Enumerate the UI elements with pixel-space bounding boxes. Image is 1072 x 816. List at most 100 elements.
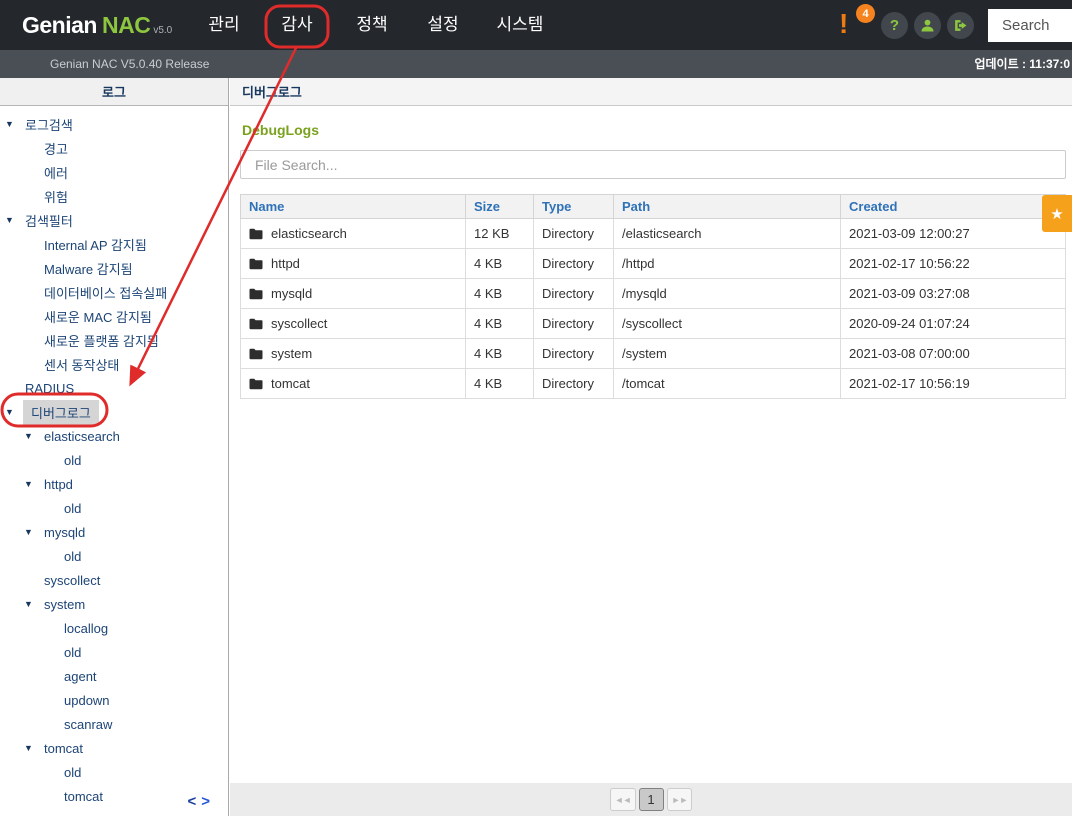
table-row[interactable]: httpd4 KBDirectory/httpd2021-02-17 10:56…: [241, 249, 1066, 279]
nav-item-audit[interactable]: 감사: [269, 0, 325, 50]
column-header-type[interactable]: Type: [534, 195, 614, 219]
collapse-left-icon[interactable]: <: [187, 793, 196, 810]
table-row[interactable]: elasticsearch12 KBDirectory/elasticsearc…: [241, 219, 1066, 249]
tree-item[interactable]: locallog: [0, 616, 228, 640]
tree-item[interactable]: updown: [0, 688, 228, 712]
tree-item[interactable]: 데이터베이스 접속실패: [0, 280, 228, 304]
tree-item[interactable]: old: [0, 760, 228, 784]
tree-item[interactable]: old: [0, 448, 228, 472]
cell-name: httpd: [241, 249, 466, 279]
caret-down-icon[interactable]: ▼: [5, 215, 23, 225]
tree-item[interactable]: ▼mysqld: [0, 520, 228, 544]
cell-created: 2021-03-09 03:27:08: [841, 279, 1066, 309]
pagination-prev-button[interactable]: ◄◄: [610, 788, 636, 811]
tree-item[interactable]: ▼httpd: [0, 472, 228, 496]
brand-logo[interactable]: GenianNACv5.0: [22, 0, 172, 50]
nav-item-preferences[interactable]: 설정: [415, 0, 471, 50]
tree-item[interactable]: ▼디버그로그: [0, 400, 228, 424]
pagination-current-page[interactable]: 1: [639, 788, 664, 811]
column-header-size[interactable]: Size: [466, 195, 534, 219]
caret-down-icon[interactable]: ▼: [24, 431, 42, 441]
nav-item-system[interactable]: 시스템: [487, 0, 553, 50]
tree-item[interactable]: old: [0, 640, 228, 664]
tree-item-label: Malware 감지됨: [42, 257, 135, 280]
tree-item[interactable]: agent: [0, 664, 228, 688]
tree-item[interactable]: old: [0, 496, 228, 520]
tree-item-label: syscollect: [42, 571, 102, 590]
main-panel: 디버그로그 DebugLogs NameSizeTypePathCreated …: [230, 78, 1072, 816]
tree-item-label: agent: [62, 667, 99, 686]
cell-path: /system: [614, 339, 841, 369]
tree-item[interactable]: ▼elasticsearch: [0, 424, 228, 448]
pagination-next-button[interactable]: ►►: [667, 788, 693, 811]
logout-button[interactable]: [947, 12, 974, 39]
release-bar: Genian NAC V5.0.40 Release 업데이트 : 11:37:…: [0, 50, 1072, 78]
cell-type: Directory: [534, 249, 614, 279]
tree-item[interactable]: ▼tomcat: [0, 736, 228, 760]
caret-down-icon[interactable]: ▼: [24, 599, 42, 609]
tree-item[interactable]: Internal AP 감지됨: [0, 232, 228, 256]
caret-down-icon[interactable]: ▼: [24, 743, 42, 753]
table-row[interactable]: mysqld4 KBDirectory/mysqld2021-03-09 03:…: [241, 279, 1066, 309]
star-icon: ★: [1050, 205, 1063, 223]
cell-created: 2021-02-17 10:56:19: [841, 369, 1066, 399]
tree-item[interactable]: 새로운 플랫폼 감지됨: [0, 328, 228, 352]
tree-item-label: Internal AP 감지됨: [42, 233, 149, 256]
cell-created: 2020-09-24 01:07:24: [841, 309, 1066, 339]
favorite-star-badge[interactable]: ★: [1042, 195, 1072, 232]
tree-item[interactable]: 에러: [0, 160, 228, 184]
file-name: tomcat: [271, 376, 310, 391]
tree-item[interactable]: scanraw: [0, 712, 228, 736]
nav-item-policy[interactable]: 정책: [344, 0, 400, 50]
table-row[interactable]: system4 KBDirectory/system2021-03-08 07:…: [241, 339, 1066, 369]
update-time-label: 업데이트 : 11:37:0: [974, 50, 1070, 78]
tree-item-label: tomcat: [62, 787, 105, 806]
caret-down-icon[interactable]: ▼: [24, 479, 42, 489]
tree-item[interactable]: 새로운 MAC 감지됨: [0, 304, 228, 328]
global-search-input[interactable]: [988, 9, 1072, 42]
tree-item[interactable]: ▼로그검색: [0, 112, 228, 136]
breadcrumb: 디버그로그: [230, 78, 1072, 106]
help-icon: ?: [890, 17, 899, 34]
tree-item-label: RADIUS: [23, 379, 76, 398]
tree-item[interactable]: Malware 감지됨: [0, 256, 228, 280]
cell-name: system: [241, 339, 466, 369]
column-header-path[interactable]: Path: [614, 195, 841, 219]
tree-item-label: updown: [62, 691, 112, 710]
tree-item-label: scanraw: [62, 715, 114, 734]
file-name: mysqld: [271, 286, 312, 301]
tree-item[interactable]: syscollect: [0, 568, 228, 592]
tree-item[interactable]: old: [0, 544, 228, 568]
file-search-input[interactable]: [240, 150, 1066, 179]
sidebar-title: 로그: [0, 78, 228, 106]
tree-item[interactable]: RADIUS: [0, 376, 228, 400]
navbar-right: ! 4 ?: [835, 0, 1072, 50]
brand-logo-part2: NAC: [102, 12, 150, 38]
table-row[interactable]: tomcat4 KBDirectory/tomcat2021-02-17 10:…: [241, 369, 1066, 399]
cell-type: Directory: [534, 339, 614, 369]
caret-down-icon[interactable]: ▼: [24, 527, 42, 537]
cell-type: Directory: [534, 279, 614, 309]
help-button[interactable]: ?: [881, 12, 908, 39]
caret-down-icon[interactable]: ▼: [5, 119, 23, 129]
cell-size: 4 KB: [466, 279, 534, 309]
account-button[interactable]: [914, 12, 941, 39]
cell-created: 2021-03-08 07:00:00: [841, 339, 1066, 369]
tree-item[interactable]: 위험: [0, 184, 228, 208]
debug-logs-table: NameSizeTypePathCreated elasticsearch12 …: [240, 194, 1066, 399]
tree-item[interactable]: ▼system: [0, 592, 228, 616]
tree-item-label: httpd: [42, 475, 75, 494]
nav-item-management[interactable]: 관리: [196, 0, 252, 50]
column-header-name[interactable]: Name: [241, 195, 466, 219]
column-header-created[interactable]: Created: [841, 195, 1066, 219]
collapse-right-icon[interactable]: >: [201, 793, 210, 810]
tree-item[interactable]: ▼검색필터: [0, 208, 228, 232]
caret-down-icon[interactable]: ▼: [5, 407, 23, 417]
pagination: ◄◄ 1 ►►: [230, 783, 1072, 816]
table-row[interactable]: syscollect4 KBDirectory/syscollect2020-0…: [241, 309, 1066, 339]
tree-item[interactable]: 센서 동작상태: [0, 352, 228, 376]
cell-type: Directory: [534, 219, 614, 249]
alerts-button[interactable]: ! 4: [835, 6, 869, 44]
tree-item[interactable]: 경고: [0, 136, 228, 160]
cell-created: 2021-02-17 10:56:22: [841, 249, 1066, 279]
